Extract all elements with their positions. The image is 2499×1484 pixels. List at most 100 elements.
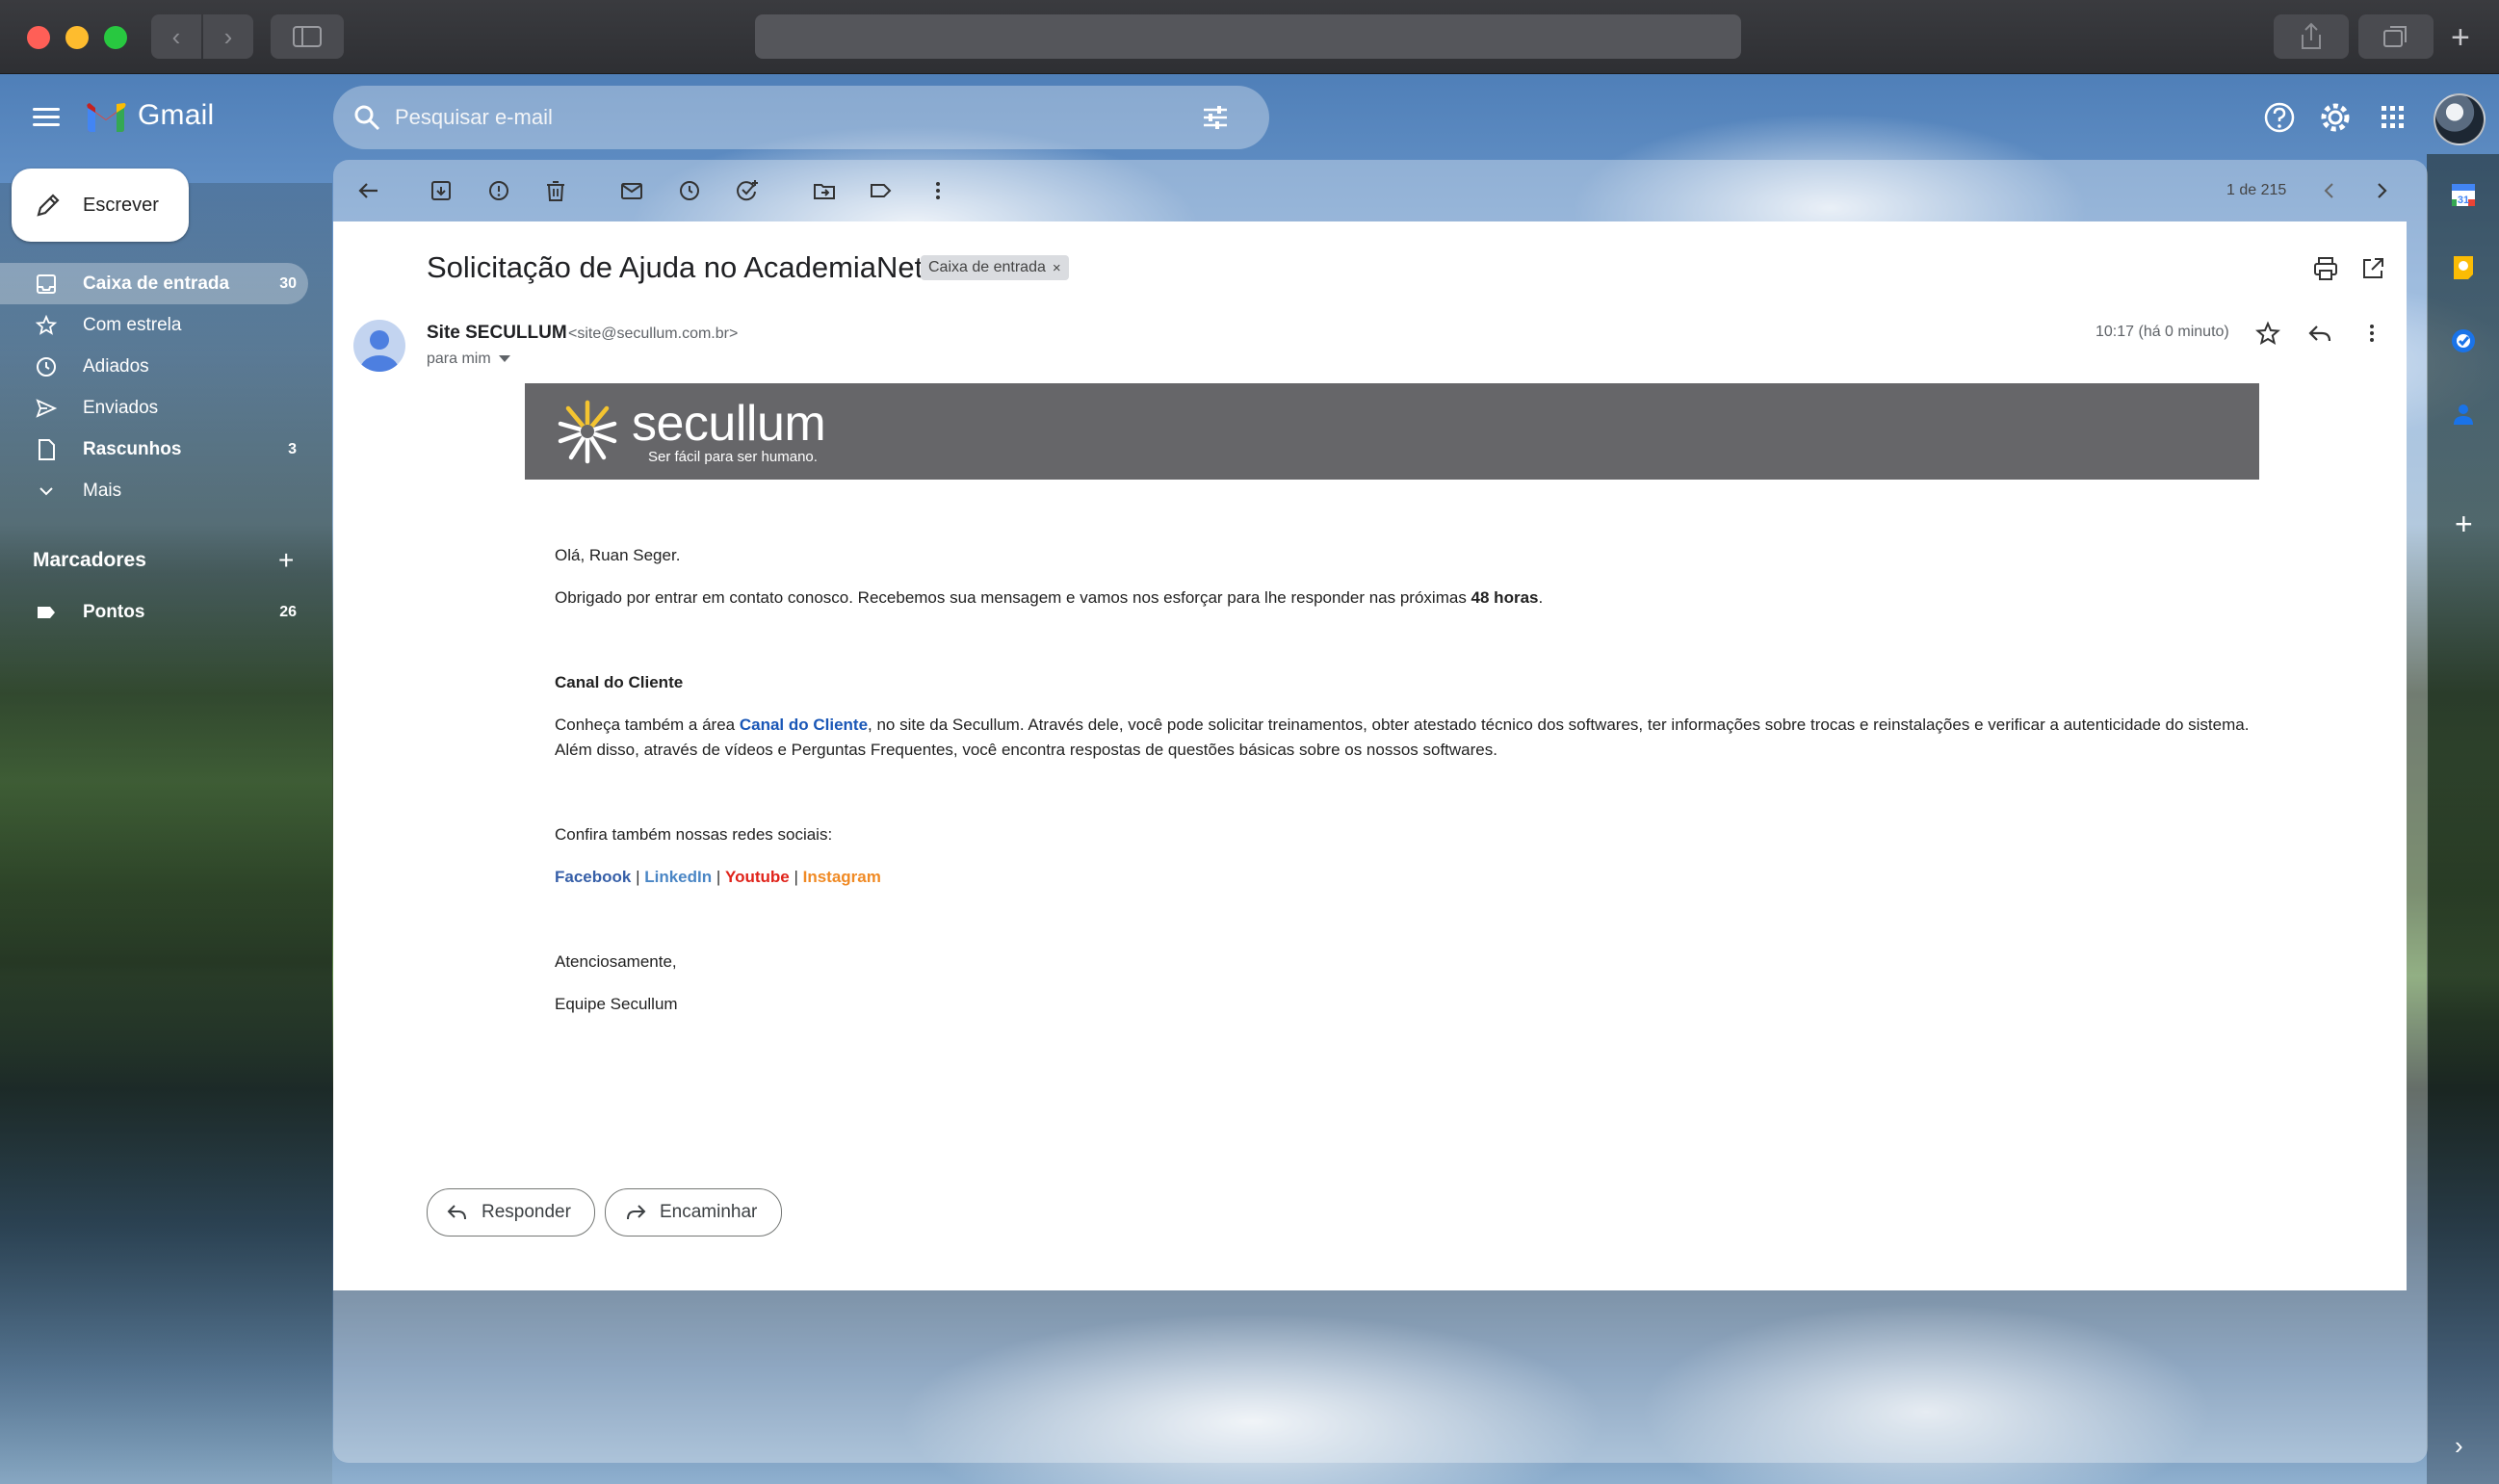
forward-arrow-icon bbox=[627, 1205, 646, 1220]
sidebar-item-snoozed[interactable]: Adiados bbox=[0, 346, 308, 387]
sidebar-icon bbox=[293, 26, 322, 47]
sidebar-item-sent[interactable]: Enviados bbox=[0, 387, 308, 429]
gmail-brand[interactable]: Gmail bbox=[138, 99, 214, 132]
open-new-window-icon[interactable] bbox=[2359, 255, 2386, 282]
sidebar-label-pontos[interactable]: Pontos 26 bbox=[0, 591, 308, 633]
keep-icon[interactable] bbox=[2449, 253, 2478, 282]
section-paragraph: Conheça também a área Canal do Cliente, … bbox=[555, 716, 2250, 759]
sidebar-item-inbox[interactable]: Caixa de entrada 30 bbox=[0, 263, 308, 304]
compose-label: Escrever bbox=[83, 194, 159, 216]
add-label-button[interactable]: + bbox=[278, 545, 294, 576]
greeting-text: Olá, Ruan Seger. bbox=[555, 546, 681, 564]
banner-brand-text: secullum bbox=[632, 396, 826, 452]
linkedin-link[interactable]: LinkedIn bbox=[644, 868, 712, 886]
label-icon bbox=[38, 606, 55, 618]
report-spam-icon[interactable] bbox=[486, 178, 511, 203]
calendar-icon[interactable]: 31 bbox=[2449, 180, 2478, 209]
message-sheet: Solicitação de Ajuda no AcademiaNet Caix… bbox=[333, 221, 2407, 1290]
label-outline-icon[interactable] bbox=[869, 178, 894, 203]
sidebar-item-label: Pontos bbox=[83, 601, 145, 622]
back-arrow-icon[interactable] bbox=[356, 178, 381, 203]
gmail-logo-icon bbox=[87, 103, 126, 132]
inbox-icon bbox=[37, 273, 56, 294]
address-bar[interactable] bbox=[755, 14, 1741, 59]
facebook-link[interactable]: Facebook bbox=[555, 868, 631, 886]
search-options-icon[interactable] bbox=[1200, 102, 1231, 133]
print-icon[interactable] bbox=[2312, 255, 2339, 282]
zoom-window-button[interactable] bbox=[104, 26, 127, 49]
close-window-button[interactable] bbox=[27, 26, 50, 49]
add-task-icon[interactable] bbox=[735, 178, 760, 203]
email-timestamp: 10:17 (há 0 minuto) bbox=[2096, 324, 2229, 340]
reply-arrow-icon[interactable] bbox=[2306, 320, 2333, 347]
share-icon bbox=[2302, 22, 2321, 49]
sidebar-item-more[interactable]: Mais bbox=[0, 470, 308, 511]
newer-chevron-icon[interactable] bbox=[2317, 178, 2342, 203]
account-avatar[interactable] bbox=[2434, 93, 2486, 145]
closing-text: Atenciosamente, bbox=[555, 952, 677, 971]
labels-heading: Marcadores bbox=[33, 549, 146, 571]
search-bar[interactable] bbox=[333, 86, 1269, 149]
section-heading: Canal do Cliente bbox=[555, 673, 684, 691]
archive-icon[interactable] bbox=[429, 178, 454, 203]
main-menu-icon[interactable] bbox=[33, 104, 60, 131]
pencil-icon bbox=[37, 194, 60, 217]
youtube-link[interactable]: Youtube bbox=[725, 868, 790, 886]
forward-button-label: Encaminhar bbox=[660, 1202, 758, 1222]
sidebar-item-label: Caixa de entrada bbox=[83, 273, 230, 294]
sidebar-item-count: 26 bbox=[279, 603, 297, 620]
sender-avatar[interactable] bbox=[353, 320, 405, 372]
share-button[interactable] bbox=[2274, 14, 2349, 59]
star-outline-icon[interactable] bbox=[2254, 320, 2281, 347]
search-icon[interactable] bbox=[352, 103, 381, 132]
social-intro: Confira também nossas redes sociais: bbox=[555, 825, 833, 844]
instagram-link[interactable]: Instagram bbox=[803, 868, 881, 886]
help-icon[interactable] bbox=[2262, 100, 2297, 135]
sender-name[interactable]: Site SECULLUM bbox=[427, 323, 567, 344]
caret-down-icon bbox=[498, 355, 510, 363]
minimize-window-button[interactable] bbox=[65, 26, 89, 49]
snooze-icon[interactable] bbox=[677, 178, 702, 203]
canal-do-cliente-link[interactable]: Canal do Cliente bbox=[740, 716, 868, 734]
tabs-icon bbox=[2383, 26, 2407, 47]
sidebar-item-label: Com estrela bbox=[83, 314, 182, 335]
remove-label-icon[interactable]: × bbox=[1053, 260, 1061, 276]
banner-tagline: Ser fácil para ser humano. bbox=[648, 449, 818, 465]
chevron-right-icon: › bbox=[223, 21, 233, 51]
browser-forward-button[interactable]: › bbox=[203, 14, 253, 59]
tab-overview-button[interactable] bbox=[2358, 14, 2434, 59]
reply-button[interactable]: Responder bbox=[427, 1188, 595, 1237]
sidebar-item-starred[interactable]: Com estrela bbox=[0, 304, 308, 346]
mark-unread-icon[interactable] bbox=[619, 178, 644, 203]
more-vert-icon[interactable] bbox=[925, 178, 950, 203]
recipient-details-toggle[interactable]: para mim bbox=[427, 351, 510, 368]
pagination-label: 1 de 215 bbox=[2226, 182, 2287, 198]
secullum-banner: secullum Ser fácil para ser humano. bbox=[525, 383, 2259, 480]
inbox-label-chip[interactable]: Caixa de entrada × bbox=[921, 255, 1069, 280]
reply-button-label: Responder bbox=[482, 1202, 571, 1222]
move-to-icon[interactable] bbox=[812, 178, 837, 203]
contacts-icon[interactable] bbox=[2449, 400, 2478, 429]
get-addons-button[interactable]: + bbox=[2455, 508, 2473, 539]
browser-back-button[interactable]: ‹ bbox=[151, 14, 201, 59]
more-vert-icon[interactable] bbox=[2358, 320, 2385, 347]
signature-text: Equipe Secullum bbox=[555, 995, 678, 1013]
older-chevron-icon[interactable] bbox=[2369, 178, 2394, 203]
tasks-icon[interactable] bbox=[2449, 326, 2478, 355]
compose-button[interactable]: Escrever bbox=[12, 169, 189, 242]
expand-side-panel-button[interactable]: › bbox=[2455, 1433, 2463, 1458]
search-input[interactable] bbox=[393, 104, 1186, 131]
new-tab-button[interactable]: + bbox=[2451, 21, 2470, 54]
message-toolbar: 1 de 215 bbox=[333, 160, 2428, 221]
email-subject: Solicitação de Ajuda no AcademiaNet bbox=[427, 250, 924, 284]
chip-label: Caixa de entrada bbox=[928, 259, 1046, 275]
star-icon bbox=[35, 314, 58, 335]
thanks-paragraph: Obrigado por entrar em contato conosco. … bbox=[555, 588, 1544, 607]
trash-icon[interactable] bbox=[543, 178, 568, 203]
apps-grid-icon[interactable] bbox=[2376, 100, 2410, 135]
forward-button[interactable]: Encaminhar bbox=[605, 1188, 782, 1237]
sidebar-item-label: Mais bbox=[83, 480, 122, 501]
sidebar-toggle-button[interactable] bbox=[271, 14, 344, 59]
gear-icon[interactable] bbox=[2318, 100, 2353, 135]
sidebar-item-drafts[interactable]: Rascunhos 3 bbox=[0, 429, 308, 470]
